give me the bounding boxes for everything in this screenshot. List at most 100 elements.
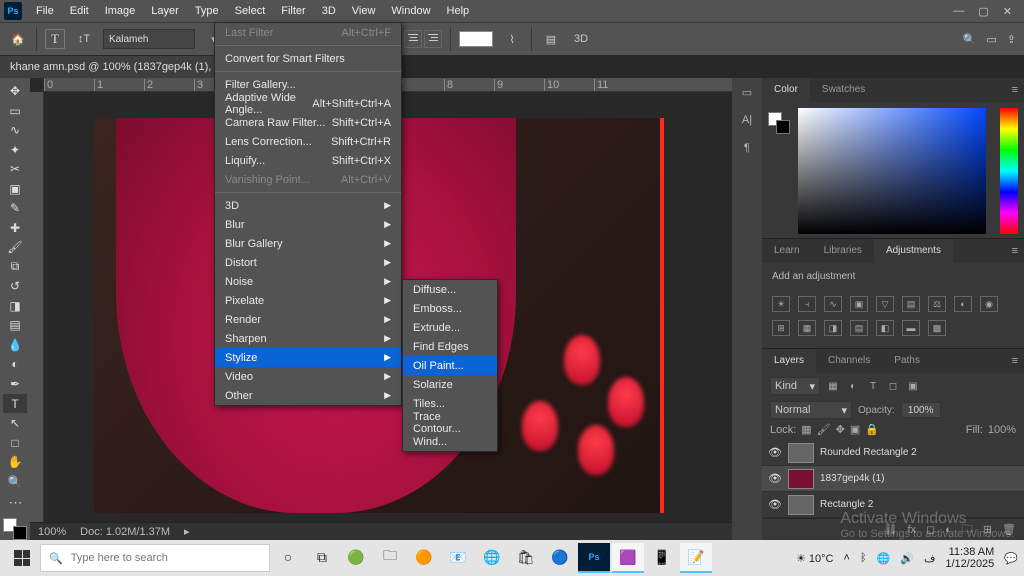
opacity-input[interactable]: 100% <box>901 402 941 418</box>
menu-3d[interactable]: 3D <box>314 0 344 22</box>
lock-all-icon[interactable]: 🔒 <box>865 423 879 436</box>
weather-widget[interactable]: ☀ 10°C <box>796 552 834 565</box>
lock-artboard-icon[interactable]: ▣ <box>850 423 860 436</box>
filter-last[interactable]: Last FilterAlt+Ctrl+F <box>215 23 401 42</box>
layer-name[interactable]: Rectangle 2 <box>820 499 873 510</box>
crop-tool[interactable]: ✂ <box>3 160 27 179</box>
menu-window[interactable]: Window <box>383 0 438 22</box>
layer-item[interactable]: 👁1837gep4k (1) <box>762 466 1024 492</box>
pen-tool[interactable]: ✒ <box>3 375 27 394</box>
type-tool[interactable]: T <box>3 394 27 413</box>
lasso-tool[interactable]: ∿ <box>3 121 27 140</box>
color-swatches[interactable] <box>3 518 27 540</box>
marquee-tool[interactable]: ▭ <box>3 102 27 121</box>
blur-tool[interactable]: 💧 <box>3 336 27 355</box>
group-icon[interactable]: 🗀 <box>962 520 973 539</box>
adj-photo-filter[interactable]: ◉ <box>980 296 998 312</box>
tab-swatches[interactable]: Swatches <box>810 78 877 102</box>
blend-mode-select[interactable]: Normal▾ <box>770 401 852 419</box>
hand-tool[interactable]: ✋ <box>3 453 27 472</box>
frame-tool[interactable]: ▣ <box>3 180 27 199</box>
fx-icon[interactable]: fx <box>907 524 916 536</box>
taskbar-app[interactable]: 🛍 <box>510 543 542 573</box>
font-family-select[interactable]: Kalameh <box>103 29 195 49</box>
healing-tool[interactable]: ✚ <box>3 219 27 238</box>
eraser-tool[interactable]: ◨ <box>3 297 27 316</box>
layer-name[interactable]: 1837gep4k (1) <box>820 473 885 484</box>
adj-levels[interactable]: ⫞ <box>798 296 816 312</box>
taskbar-app[interactable]: 🌐 <box>476 543 508 573</box>
tab-color[interactable]: Color <box>762 78 810 102</box>
stylize-wind[interactable]: Wind... <box>403 432 497 451</box>
status-arrow-icon[interactable]: ▸ <box>184 525 190 538</box>
filter-stylize[interactable]: Stylize▶ <box>215 348 401 367</box>
layer-name[interactable]: Rounded Rectangle 2 <box>820 447 917 458</box>
doc-info[interactable]: Doc: 1.02M/1.37M <box>80 526 170 538</box>
layer-item[interactable]: 👁Rounded Rectangle 2 <box>762 440 1024 466</box>
panel-menu-icon[interactable]: ≡ <box>1012 245 1018 257</box>
fill-input[interactable]: 100% <box>988 424 1016 436</box>
filter-camera-raw[interactable]: Camera Raw Filter...Shift+Ctrl+A <box>215 113 401 132</box>
language-icon[interactable]: ف <box>924 552 935 565</box>
menu-filter[interactable]: Filter <box>273 0 313 22</box>
filter-blur[interactable]: Blur▶ <box>215 215 401 234</box>
tab-layers[interactable]: Layers <box>762 349 816 373</box>
brush-tool[interactable]: 🖌 <box>3 238 27 257</box>
stylize-find-edges[interactable]: Find Edges <box>403 337 497 356</box>
menu-edit[interactable]: Edit <box>62 0 97 22</box>
hue-strip[interactable] <box>1000 108 1018 234</box>
delete-icon[interactable]: 🗑 <box>1002 523 1016 536</box>
toggle-orientation-button[interactable]: ↕T <box>73 29 95 49</box>
text-color-swatch[interactable] <box>459 31 493 47</box>
taskbar-app[interactable]: 📧 <box>442 543 474 573</box>
filter-adjustment-icon[interactable]: ◐ <box>846 379 860 393</box>
filter-noise[interactable]: Noise▶ <box>215 272 401 291</box>
maximize-button[interactable]: ▢ <box>978 5 988 18</box>
filter-sharpen[interactable]: Sharpen▶ <box>215 329 401 348</box>
adj-invert[interactable]: ◨ <box>824 320 842 336</box>
start-button[interactable] <box>6 543 38 573</box>
filter-shape-icon[interactable]: ◻ <box>886 379 900 393</box>
taskbar-app[interactable]: 📱 <box>646 543 678 573</box>
taskbar-search[interactable]: 🔍Type here to search <box>40 544 270 572</box>
taskbar-app[interactable]: 🗀 <box>374 543 406 573</box>
mask-icon[interactable]: ◻ <box>926 523 935 536</box>
adj-brightness[interactable]: ☀ <box>772 296 790 312</box>
stylize-trace-contour[interactable]: Trace Contour... <box>403 413 497 432</box>
align-center-button[interactable] <box>404 30 422 48</box>
menu-view[interactable]: View <box>344 0 384 22</box>
layer-filter-kind[interactable]: Kind▾ <box>770 377 820 395</box>
color-field[interactable] <box>798 108 986 234</box>
move-tool[interactable]: ✥ <box>3 82 27 101</box>
filter-other[interactable]: Other▶ <box>215 386 401 405</box>
taskbar-app[interactable]: 🟢 <box>340 543 372 573</box>
visibility-icon[interactable]: 👁 <box>768 498 782 511</box>
character-icon[interactable]: A| <box>737 110 757 130</box>
stylize-emboss[interactable]: Emboss... <box>403 299 497 318</box>
filter-convert-smart[interactable]: Convert for Smart Filters <box>215 49 401 68</box>
stylize-extrude[interactable]: Extrude... <box>403 318 497 337</box>
network-icon[interactable]: 🌐 <box>877 552 891 565</box>
adj-gradient-map[interactable]: ▬ <box>902 320 920 336</box>
close-button[interactable]: ✕ <box>1003 5 1012 18</box>
adj-vibrance[interactable]: ▽ <box>876 296 894 312</box>
filter-render[interactable]: Render▶ <box>215 310 401 329</box>
tab-libraries[interactable]: Libraries <box>812 239 874 263</box>
filter-pixelate[interactable]: Pixelate▶ <box>215 291 401 310</box>
task-view-button[interactable]: ⧉ <box>306 543 338 573</box>
adj-selective-color[interactable]: ▩ <box>928 320 946 336</box>
adj-channel-mixer[interactable]: ⊞ <box>772 320 790 336</box>
search-icon[interactable]: 🔍 <box>963 33 977 46</box>
home-button[interactable]: 🏠 <box>8 29 28 49</box>
taskbar-app[interactable]: 🟪 <box>612 543 644 573</box>
adj-color-balance[interactable]: ⚖ <box>928 296 946 312</box>
volume-icon[interactable]: 🔊 <box>900 552 914 565</box>
panel-menu-icon[interactable]: ≡ <box>1012 355 1018 367</box>
taskbar-word[interactable]: 📝 <box>680 543 712 573</box>
filter-lens-correction[interactable]: Lens Correction...Shift+Ctrl+R <box>215 132 401 151</box>
notifications-icon[interactable]: 💬 <box>1004 552 1018 565</box>
adj-curves[interactable]: ∿ <box>824 296 842 312</box>
character-panel-button[interactable]: ▤ <box>540 29 562 49</box>
tool-indicator[interactable]: T <box>45 29 65 49</box>
tab-channels[interactable]: Channels <box>816 349 882 373</box>
